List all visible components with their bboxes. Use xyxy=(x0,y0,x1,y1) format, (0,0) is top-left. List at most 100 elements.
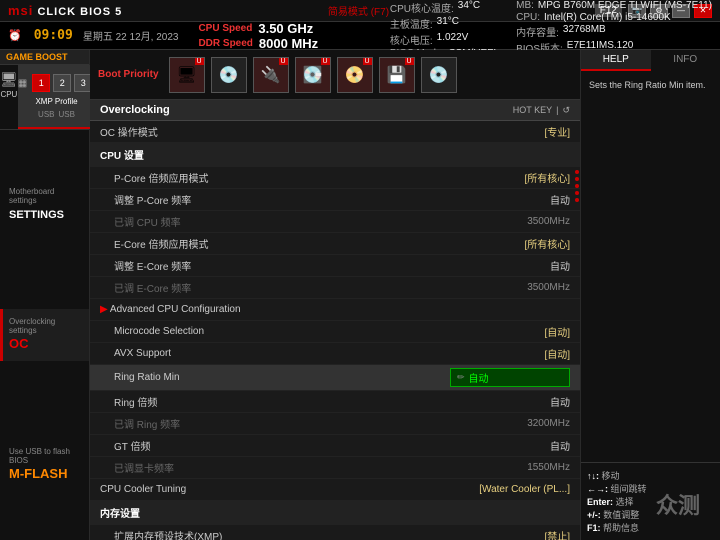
oc-row-7: 已调 E-Core 频率 3500MHz xyxy=(90,277,580,299)
oc-row-4: 已调 CPU 频率 3500MHz xyxy=(90,211,580,233)
right-panel-tabs: HELP INFO xyxy=(581,50,720,71)
oc-row-0[interactable]: OC 操作模式 [专业] xyxy=(90,121,580,143)
boot-icon-4: 📀 xyxy=(345,65,365,85)
middle-content: Boot Priority 🖥 U 💿 🔌 U 💽 U 📀 U 💾 xyxy=(90,50,580,540)
boot-icon-2: 🔌 xyxy=(261,65,281,85)
oc-value-13: 3200MHz xyxy=(450,418,570,429)
game-boost-label: GAME BOOST xyxy=(0,50,89,65)
tab-help[interactable]: HELP xyxy=(581,50,651,71)
watermark-text: 众测 xyxy=(656,488,700,520)
oc-row-2[interactable]: P-Core 倍频应用模式 [所有核心] xyxy=(90,167,580,189)
edit-pencil-icon: ✏ xyxy=(457,372,465,383)
oc-value-16: [Water Cooler (PL...] xyxy=(450,484,570,495)
sidebar-tab-xmp[interactable]: ▦ 1 2 3 XMP Profile USB USB xyxy=(18,65,95,129)
xmp-num-2[interactable]: 2 xyxy=(53,74,71,92)
oc-row-13: 已调 Ring 频率 3200MHz xyxy=(90,413,580,435)
oc-label-4: 已调 CPU 频率 xyxy=(100,214,450,229)
xmp-tab-label: XMP Profile xyxy=(35,97,77,106)
oc-row-16[interactable]: CPU Cooler Tuning [Water Cooler (PL...] xyxy=(90,479,580,501)
time-bar: ⏰ 09:09 星期五 22 12月, 2023 CPU Speed 3.50 … xyxy=(0,22,720,50)
sidebar-nav-mflash[interactable]: Use USB to flash BIOS M-FLASH xyxy=(0,439,89,491)
boot-icon-6: 💿 xyxy=(429,65,449,85)
oc-label-2: P-Core 倍频应用模式 xyxy=(100,170,450,185)
boot-item-0[interactable]: 🖥 U xyxy=(169,57,205,93)
oc-header: Overclocking HOT KEY | ↺ xyxy=(90,100,580,121)
oc-row-3[interactable]: 调整 P-Core 频率 自动 xyxy=(90,189,580,211)
right-panel: HELP INFO Sets the Ring Ratio Min item. … xyxy=(580,50,720,540)
oc-row-12[interactable]: Ring 倍频 自动 xyxy=(90,391,580,413)
dot-4 xyxy=(575,191,579,195)
boot-item-2[interactable]: 🔌 U xyxy=(253,57,289,93)
boot-priority-label: Boot Priority xyxy=(98,69,159,80)
cpu-row: CPU: Intel(R) Core(TM) i5-14600K xyxy=(516,12,712,23)
oc-label-12: Ring 倍频 xyxy=(100,394,450,409)
oc-value-5: [所有核心] xyxy=(450,236,570,251)
hotkey-area: HOT KEY | ↺ xyxy=(513,105,570,116)
oc-value-0: [专业] xyxy=(450,124,570,139)
right-dots xyxy=(574,170,580,470)
oc-row-9[interactable]: Microcode Selection [自动] xyxy=(90,321,580,343)
oc-value-3: 自动 xyxy=(450,192,570,207)
vcore-row: 核心电压: 1.022V xyxy=(390,32,496,47)
boot-priority-bar: Boot Priority 🖥 U 💿 🔌 U 💽 U 📀 U 💾 xyxy=(90,50,580,100)
logo: msi CLICK BIOS 5 xyxy=(8,3,122,18)
boot-badge-4: U xyxy=(363,58,372,65)
oc-label-6: 调整 E-Core 频率 xyxy=(100,258,450,273)
oc-row-14[interactable]: GT 倍频 自动 xyxy=(90,435,580,457)
sidebar-tab-cpu[interactable]: 🖥 CPU xyxy=(0,65,18,129)
boot-item-5[interactable]: 💾 U xyxy=(379,57,415,93)
boot-item-4[interactable]: 📀 U xyxy=(337,57,373,93)
date-display: 星期五 22 12月, 2023 xyxy=(83,28,179,43)
dot-3 xyxy=(575,184,579,188)
oc-label-0: OC 操作模式 xyxy=(100,124,450,139)
oc-row-10[interactable]: AVX Support [自动] xyxy=(90,343,580,365)
xmp-num-1[interactable]: 1 xyxy=(32,74,50,92)
hint-f1: F1: 帮助信息 xyxy=(587,521,714,534)
oc-value-7: 3500MHz xyxy=(450,282,570,293)
sidebar-nav-settings[interactable]: Motherboard settings SETTINGS xyxy=(0,179,89,231)
oc-row-6[interactable]: 调整 E-Core 频率 自动 xyxy=(90,255,580,277)
oc-label-7: 已调 E-Core 频率 xyxy=(100,280,450,295)
boot-badge-5: U xyxy=(405,58,414,65)
boot-item-6[interactable]: 💿 xyxy=(421,57,457,93)
oc-row-ring-ratio-min[interactable]: Ring Ratio Min ✏ 自动 xyxy=(90,365,580,391)
oc-row-18[interactable]: 扩展内存预设技术(XMP) [禁止] xyxy=(90,525,580,540)
dot-2 xyxy=(575,177,579,181)
boot-badge-2: U xyxy=(279,58,288,65)
oc-label-16: CPU Cooler Tuning xyxy=(100,484,450,495)
oc-label-14: GT 倍频 xyxy=(100,438,450,453)
oc-section-mem: 内存设置 xyxy=(90,501,580,525)
sidebar-nav: Motherboard settings SETTINGS Overclocki… xyxy=(0,130,89,540)
boot-item-3[interactable]: 💽 U xyxy=(295,57,331,93)
mode-label[interactable]: 简易模式 (F7) xyxy=(328,3,389,18)
oc-main-label: OC xyxy=(9,336,29,351)
oc-label-18: 扩展内存预设技术(XMP) xyxy=(100,528,450,540)
click-bios-logo: CLICK BIOS 5 xyxy=(37,6,122,18)
boot-icon-5: 💾 xyxy=(387,65,407,85)
sidebar-nav-oc[interactable]: Overclocking settings OC xyxy=(0,309,89,361)
boot-badge-3: U xyxy=(321,58,330,65)
mflash-sub-label: Use USB to flash BIOS xyxy=(9,447,83,465)
boot-item-1[interactable]: 💿 xyxy=(211,57,247,93)
oc-section-mem-label: 内存设置 xyxy=(100,505,570,520)
oc-label-15: 已调显卡频率 xyxy=(100,460,450,475)
oc-label-3: 调整 P-Core 频率 xyxy=(100,192,450,207)
tab-info[interactable]: INFO xyxy=(651,50,720,71)
oc-value-10: [自动] xyxy=(450,346,570,361)
oc-row-5[interactable]: E-Core 倍频应用模式 [所有核心] xyxy=(90,233,580,255)
oc-value-6: 自动 xyxy=(450,258,570,273)
oc-value-4: 3500MHz xyxy=(450,216,570,227)
time-display: 09:09 xyxy=(34,28,73,43)
left-sidebar: GAME BOOST 🖥 CPU ▦ 1 2 3 XMP Profile U xyxy=(0,50,90,540)
oc-panel[interactable]: Overclocking HOT KEY | ↺ OC 操作模式 [专业] CP… xyxy=(90,100,580,540)
cpu-speed-section: CPU Speed 3.50 GHz DDR Speed 8000 MHz xyxy=(198,21,318,51)
xmp-icon: ▦ xyxy=(18,78,27,89)
watermark: 众测 xyxy=(656,488,700,520)
oc-row-8[interactable]: Advanced CPU Configuration xyxy=(90,299,580,321)
dot-5 xyxy=(575,198,579,202)
right-panel-content: Sets the Ring Ratio Min item. xyxy=(581,71,720,462)
oc-section-cpu-label: CPU 设置 xyxy=(100,147,570,162)
oc-value-ring-ratio[interactable]: ✏ 自动 xyxy=(450,368,570,387)
cpu-temp-row: CPU核心温度: 34°C xyxy=(390,0,496,15)
oc-value-12: 自动 xyxy=(450,394,570,409)
